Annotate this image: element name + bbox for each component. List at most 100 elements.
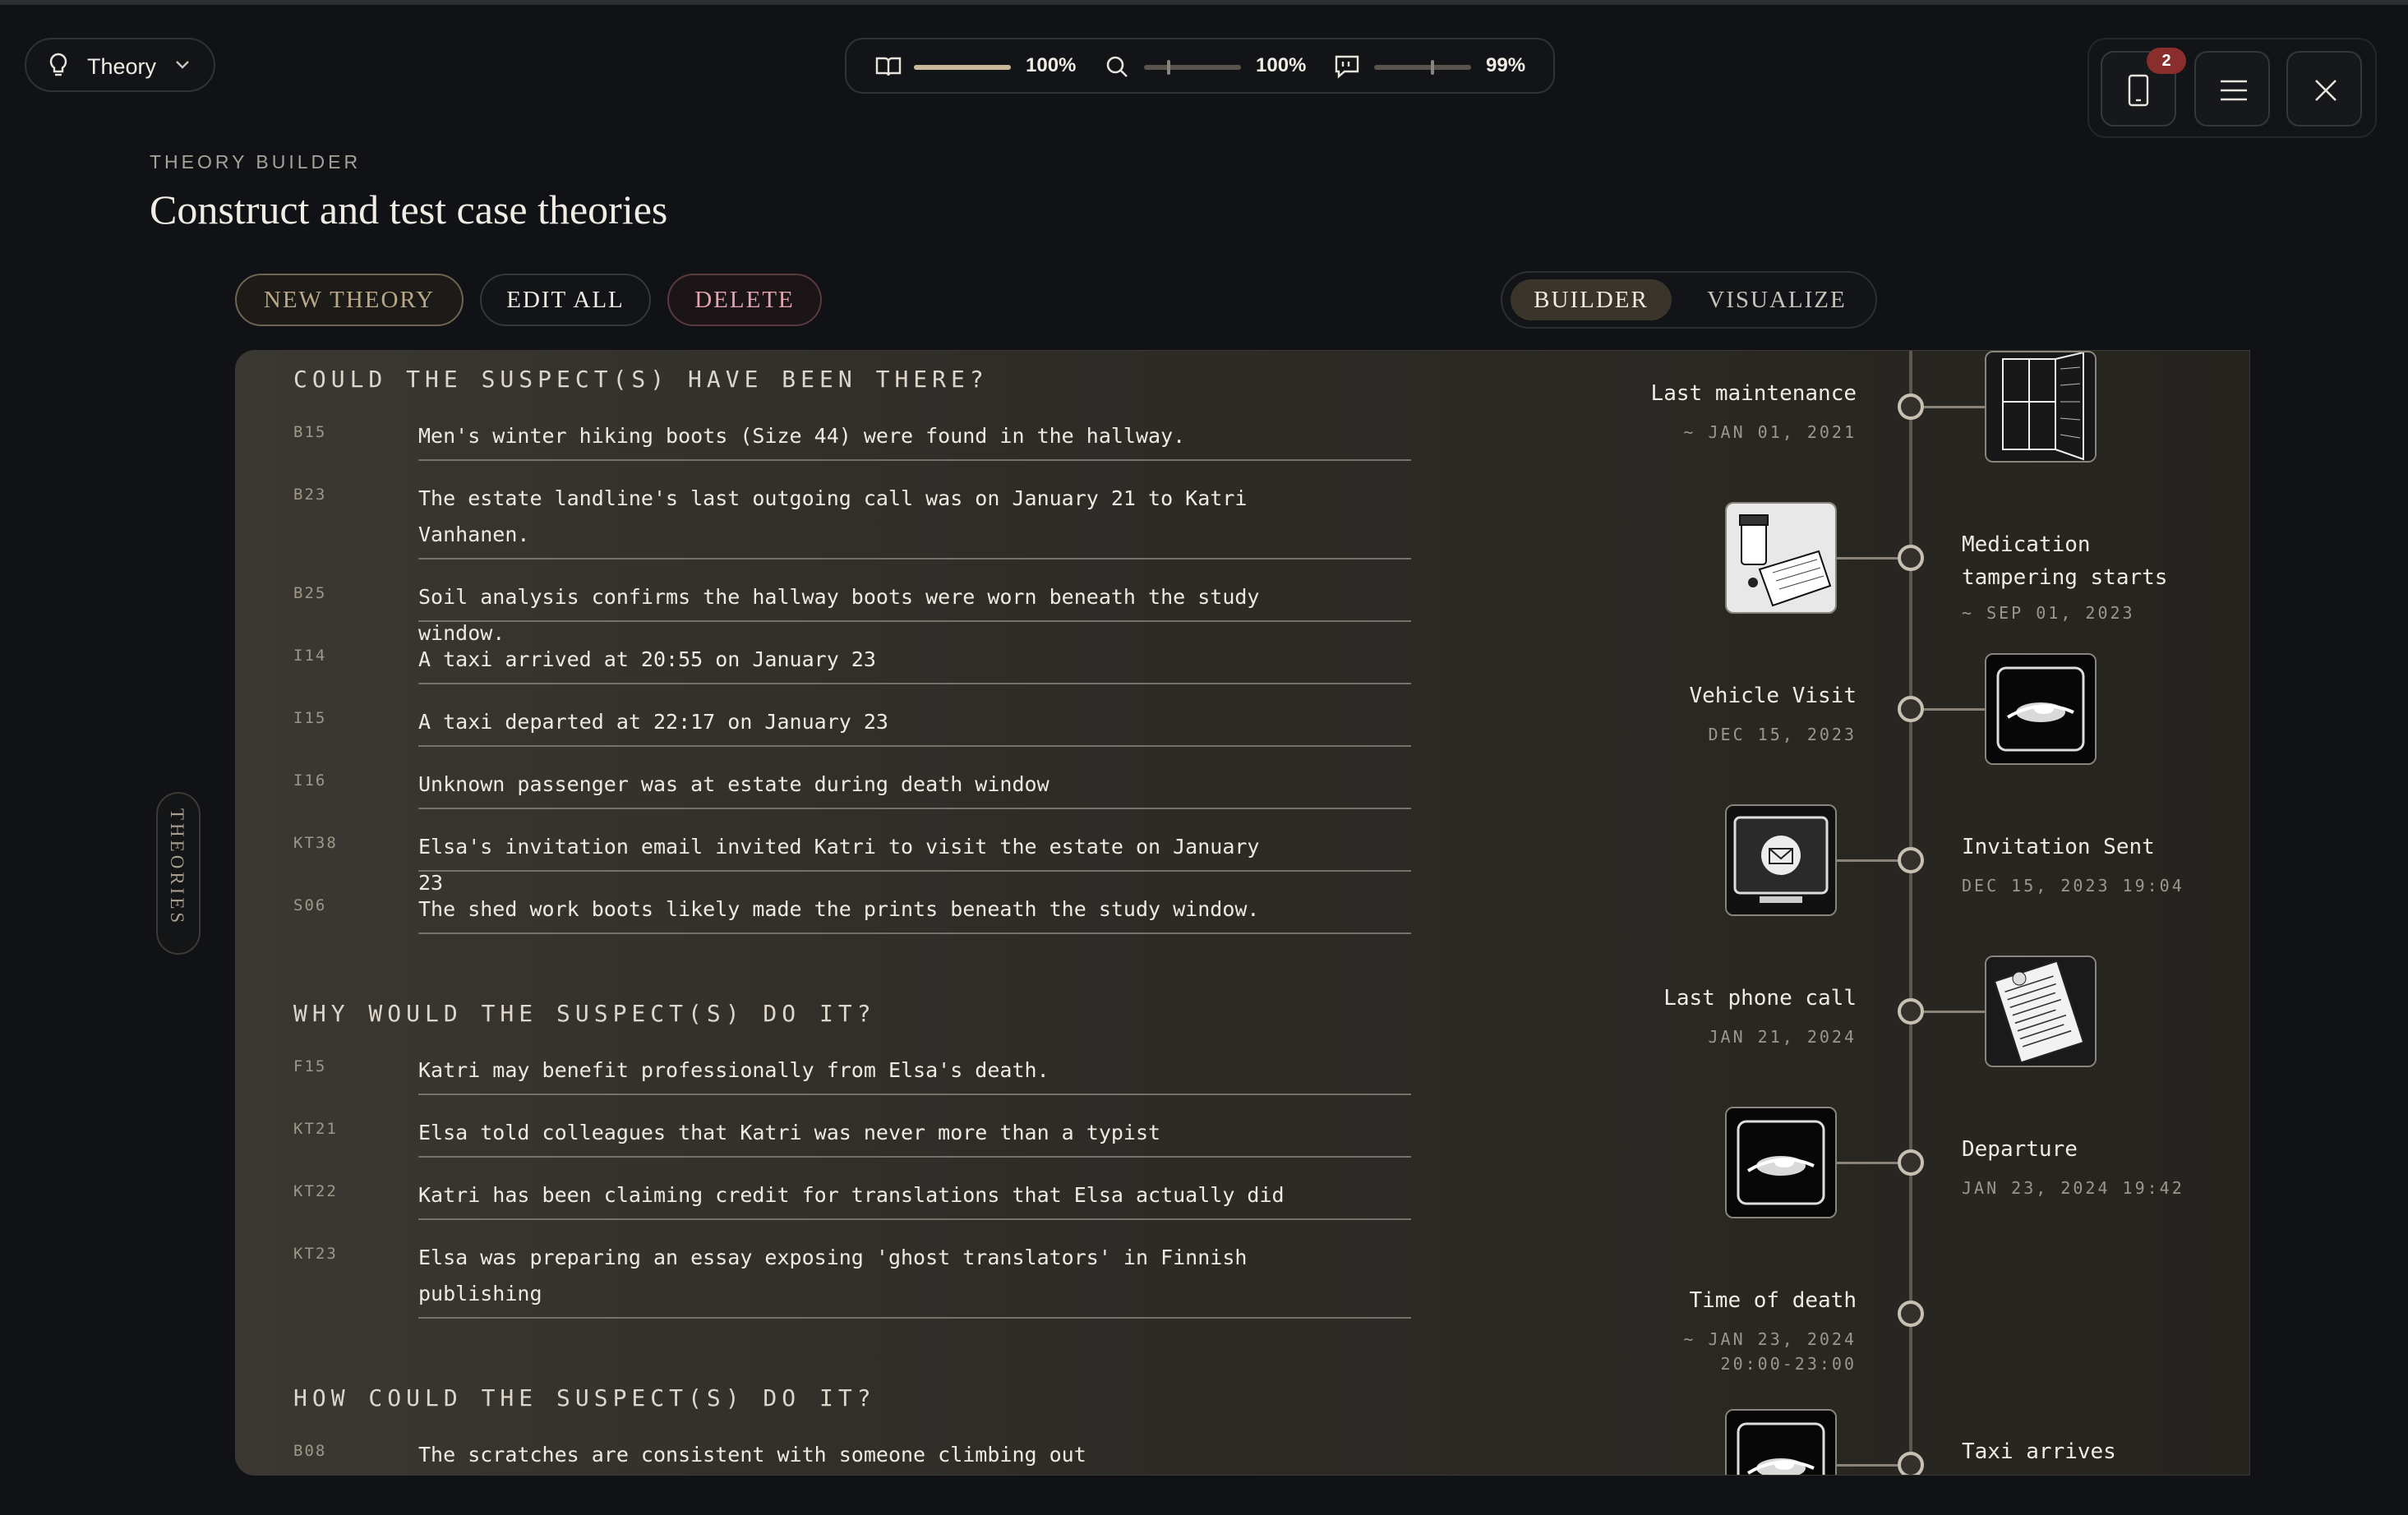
book-zoom-slider[interactable]	[914, 65, 1011, 70]
window-top-edge	[0, 0, 2408, 5]
theories-side-tab-label: THEORIES	[167, 808, 187, 927]
chevron-down-icon	[174, 59, 191, 75]
row-underline	[418, 932, 1411, 934]
book-icon	[874, 53, 902, 85]
page-kicker: THEORY BUILDER	[150, 151, 362, 173]
lightbulb-icon	[48, 52, 69, 84]
speech-zoom-value: 99%	[1486, 54, 1526, 76]
evidence-text: Unknown passenger was at estate during d…	[418, 772, 1049, 796]
timeline-node[interactable]	[1898, 1301, 1924, 1327]
evidence-code: I16	[293, 771, 327, 790]
timeline-connector	[1924, 708, 1985, 711]
section-title: COULD THE SUSPECT(S) HAVE BEEN THERE?	[293, 366, 989, 393]
speech-bubble-icon	[1333, 53, 1361, 85]
evidence-code: B25	[293, 584, 327, 602]
car-headlights-sketch[interactable]	[1725, 1107, 1837, 1218]
row-underline	[418, 459, 1411, 461]
timeline-event-date: JAN 23, 2024 19:42	[1962, 1178, 2184, 1198]
section-title: WHY WOULD THE SUSPECT(S) DO IT?	[293, 1000, 876, 1027]
row-underline	[418, 1317, 1411, 1319]
email-monitor-sketch[interactable]	[1725, 804, 1837, 916]
timeline-node[interactable]	[1898, 696, 1924, 722]
evidence-code: I14	[293, 647, 327, 665]
timeline-connector	[1837, 1162, 1898, 1164]
zoom-controls: 100% 100% 99%	[845, 38, 1555, 94]
pill-bottles-sketch[interactable]	[1725, 502, 1837, 614]
evidence-text: The scratches are consistent with someon…	[418, 1443, 1086, 1467]
timeline-event-label: Invitation Sent	[1962, 835, 2155, 859]
page-title: Construct and test case theories	[150, 186, 668, 233]
row-underline	[418, 620, 1411, 622]
phone-records-sketch[interactable]	[1985, 956, 2097, 1067]
window-controls: 2	[2087, 38, 2377, 138]
close-icon	[2315, 80, 2336, 101]
menu-button[interactable]	[2194, 51, 2270, 127]
timeline-event-date: DEC 15, 2023 19:04	[1962, 876, 2184, 896]
notification-badge: 2	[2147, 48, 2186, 74]
timeline-event-label: Departure	[1962, 1137, 2078, 1162]
row-underline	[418, 683, 1411, 684]
evidence-code: S06	[293, 896, 327, 914]
device-button[interactable]: 2	[2101, 48, 2186, 127]
timeline-event-label: Taxi arrives	[1962, 1439, 2116, 1464]
car-headlights-sketch[interactable]	[1725, 1409, 1837, 1475]
row-underline	[418, 1218, 1411, 1220]
magnifier-icon	[1103, 53, 1131, 85]
timeline-event-date: ~ JAN 23, 2024 20:00-23:00	[1683, 1329, 1857, 1374]
timeline-event-date: ~ SEP 01, 2023	[1962, 603, 2135, 623]
builder-tab[interactable]: BUILDER	[1511, 279, 1672, 320]
timeline-connector	[1837, 1464, 1898, 1467]
theory-dropdown[interactable]: Theory	[25, 38, 215, 92]
row-underline	[418, 745, 1411, 747]
timeline-event-date: DEC 15, 2023	[1708, 725, 1857, 744]
new-theory-button[interactable]: NEW THEORY	[235, 274, 464, 326]
magnifier-zoom-slider[interactable]	[1144, 60, 1241, 75]
magnifier-zoom-value: 100%	[1256, 54, 1307, 76]
evidence-code: B15	[293, 423, 327, 441]
window-frame-sketch[interactable]	[1985, 351, 2097, 463]
row-underline	[418, 1156, 1411, 1158]
evidence-text: Soil analysis confirms the hallway boots…	[418, 585, 1260, 645]
row-underline	[418, 808, 1411, 809]
close-button[interactable]	[2286, 51, 2362, 127]
speech-zoom-slider[interactable]	[1374, 60, 1471, 75]
evidence-text: Katri has been claiming credit for trans…	[418, 1183, 1285, 1207]
evidence-code: KT21	[293, 1120, 338, 1138]
delete-button[interactable]: DELETE	[667, 274, 822, 326]
hamburger-icon	[2221, 80, 2247, 101]
timeline-node[interactable]	[1898, 847, 1924, 873]
timeline-event-label: Medication tampering starts	[1962, 532, 2168, 590]
timeline-connector	[1837, 557, 1898, 559]
evidence-code: F15	[293, 1057, 327, 1075]
evidence-code: B08	[293, 1442, 327, 1460]
book-zoom-value: 100%	[1026, 54, 1077, 76]
car-headlights-sketch[interactable]	[1985, 653, 2097, 765]
evidence-text: Elsa's invitation email invited Katri to…	[418, 835, 1260, 895]
evidence-code: I15	[293, 709, 327, 727]
evidence-text: The estate landline's last outgoing call…	[418, 486, 1248, 546]
evidence-code: B23	[293, 486, 327, 504]
timeline-node[interactable]	[1898, 545, 1924, 571]
evidence-code: KT38	[293, 834, 338, 852]
timeline-node[interactable]	[1898, 1452, 1924, 1475]
timeline-node[interactable]	[1898, 394, 1924, 420]
timeline-connector	[1837, 859, 1898, 862]
timeline-event-label: Time of death	[1689, 1288, 1857, 1313]
evidence-text: Katri may benefit professionally from El…	[418, 1058, 1049, 1082]
evidence-code: KT23	[293, 1245, 338, 1263]
row-underline	[418, 870, 1411, 872]
evidence-text: The shed work boots likely made the prin…	[418, 897, 1260, 921]
tablet-icon	[2128, 74, 2149, 107]
visualize-tab[interactable]: VISUALIZE	[1688, 279, 1866, 320]
timeline-node[interactable]	[1898, 998, 1924, 1025]
evidence-text: Men's winter hiking boots (Size 44) were…	[418, 424, 1186, 448]
row-underline	[418, 558, 1411, 559]
theories-side-tab[interactable]: THEORIES	[156, 792, 201, 955]
timeline-event-label: Last phone call	[1663, 986, 1857, 1011]
theory-panel: COULD THE SUSPECT(S) HAVE BEEN THERE? B1…	[235, 350, 2250, 1476]
view-toggle: BUILDER VISUALIZE	[1501, 271, 1877, 329]
timeline-event-date: JAN 21, 2024	[1708, 1027, 1857, 1047]
timeline-node[interactable]	[1898, 1149, 1924, 1176]
timeline-connector	[1924, 406, 1985, 408]
edit-all-button[interactable]: EDIT ALL	[480, 274, 651, 326]
